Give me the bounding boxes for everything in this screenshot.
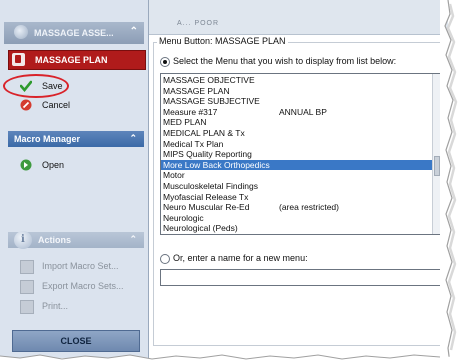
top-strip: A... POOR xyxy=(149,0,448,35)
menu-name: Neuro Muscular Re-Ed xyxy=(163,202,250,213)
actions-header[interactable]: Actions ⌃ xyxy=(8,231,144,249)
menu-button-group: Menu Button: MASSAGE PLAN Select the Men… xyxy=(153,36,446,346)
checkmark-icon xyxy=(20,80,32,92)
open-button[interactable]: Open xyxy=(12,157,140,173)
cut-off-tabs-text: A... POOR xyxy=(177,20,220,27)
menu-button-panel: A... POOR Menu Button: MASSAGE PLAN Sele… xyxy=(149,0,448,358)
sidebar: MASSAGE ASSE... ⌃ MASSAGE PLAN Save Canc… xyxy=(0,0,149,358)
menu-name: Neurological (Peds) xyxy=(163,223,238,234)
menu-note: ANNUAL BP xyxy=(279,106,327,117)
torn-edge-right xyxy=(440,0,458,364)
menu-list-item[interactable]: MASSAGE OBJECTIVE xyxy=(161,75,433,85)
cancel-button[interactable]: Cancel xyxy=(12,97,140,113)
menu-name: More Low Back Orthopedics xyxy=(163,159,270,170)
menu-name: Musculoskeletal Findings xyxy=(163,181,258,191)
close-button[interactable]: CLOSE xyxy=(12,330,140,352)
application-frame: MASSAGE ASSE... ⌃ MASSAGE PLAN Save Canc… xyxy=(0,0,448,358)
menu-list-item[interactable]: MASSAGE SUBJECTIVE xyxy=(161,96,433,106)
menu-name: Neurologic xyxy=(163,212,204,223)
save-label: Save xyxy=(42,81,63,91)
export-label: Export Macro Sets... xyxy=(42,281,124,291)
menu-list-item[interactable]: Neuro Muscular Re-Ed (area restricted) xyxy=(161,202,433,212)
collapse-chevron-icon[interactable]: ⌃ xyxy=(130,26,138,37)
menu-list-item[interactable]: Neurological (Peds) xyxy=(161,223,433,233)
group-title: Menu Button: MASSAGE PLAN xyxy=(157,36,288,46)
new-menu-name-input[interactable] xyxy=(160,269,446,286)
menu-list-item[interactable]: Medical Tx Plan xyxy=(161,139,433,149)
menu-name: Motor xyxy=(163,170,185,181)
massage-assessment-header[interactable]: MASSAGE ASSE... ⌃ xyxy=(4,22,144,44)
new-menu-radio[interactable] xyxy=(160,254,170,264)
collapse-chevron-icon[interactable]: ⌃ xyxy=(129,234,137,245)
current-menu-label: MASSAGE PLAN xyxy=(35,55,108,65)
current-menu-item[interactable]: MASSAGE PLAN xyxy=(8,50,146,70)
print-label: Print... xyxy=(42,301,69,311)
collapse-chevron-icon[interactable]: ⌃ xyxy=(129,133,137,144)
import-macro-set-button[interactable]: Import Macro Set... xyxy=(12,258,140,274)
select-menu-radio[interactable] xyxy=(160,57,170,67)
menu-name: Measure #317 xyxy=(163,106,218,117)
open-arrow-icon xyxy=(20,159,32,171)
cancel-icon xyxy=(20,99,32,111)
print-button[interactable]: Print... xyxy=(12,298,140,314)
menu-note: (area restricted) xyxy=(279,202,339,213)
menu-list-item[interactable]: More Low Back Orthopedics xyxy=(161,159,433,170)
menu-list-item[interactable]: Myofascial Release Tx xyxy=(161,192,433,202)
document-icon xyxy=(12,53,25,66)
info-icon xyxy=(14,231,32,249)
torn-edge-bottom xyxy=(0,354,474,364)
macro-manager-label: Macro Manager xyxy=(14,134,81,144)
menu-name: MASSAGE PLAN xyxy=(163,85,230,96)
folder-icon xyxy=(14,25,28,39)
menu-list[interactable]: MASSAGE OBJECTIVE MASSAGE PLAN MASSAGE SUB… xyxy=(160,73,442,235)
menu-name: MEDICAL PLAN & Tx xyxy=(163,128,245,138)
export-icon xyxy=(20,280,34,294)
menu-list-item[interactable]: Measure #317 ANNUAL BP xyxy=(161,107,433,117)
massage-assessment-label: MASSAGE ASSE... xyxy=(34,28,114,38)
menu-list-item[interactable]: Musculoskeletal Findings xyxy=(161,181,433,191)
import-icon xyxy=(20,260,34,274)
macro-manager-header[interactable]: Macro Manager ⌃ xyxy=(8,131,144,147)
open-label: Open xyxy=(42,160,65,170)
menu-list-item[interactable]: Motor xyxy=(161,170,433,180)
menu-name: MASSAGE OBJECTIVE xyxy=(163,75,255,85)
import-label: Import Macro Set... xyxy=(42,261,119,271)
cancel-label: Cancel xyxy=(42,100,71,110)
menu-list-item[interactable]: MASSAGE PLAN xyxy=(161,86,433,96)
menu-list-item[interactable]: MIPS Quality Reporting xyxy=(161,149,433,159)
menu-name: Medical Tx Plan xyxy=(163,138,224,149)
actions-label: Actions xyxy=(38,235,72,245)
menu-name: MED PLAN xyxy=(163,117,207,128)
save-button[interactable]: Save xyxy=(12,78,140,94)
printer-icon xyxy=(20,300,34,314)
menu-list-item[interactable]: Neurologic xyxy=(161,213,433,223)
new-menu-label: Or, enter a name for a new menu: xyxy=(173,253,308,263)
menu-name: MASSAGE SUBJECTIVE xyxy=(163,96,260,107)
menu-name: Myofascial Release Tx xyxy=(163,191,249,202)
menu-list-item[interactable]: MEDICAL PLAN & Tx xyxy=(161,128,433,138)
export-macro-sets-button[interactable]: Export Macro Sets... xyxy=(12,278,140,294)
menu-name: MIPS Quality Reporting xyxy=(163,149,252,160)
select-menu-label: Select the Menu that you wish to display… xyxy=(173,56,397,66)
menu-list-item[interactable]: MED PLAN xyxy=(161,117,433,127)
